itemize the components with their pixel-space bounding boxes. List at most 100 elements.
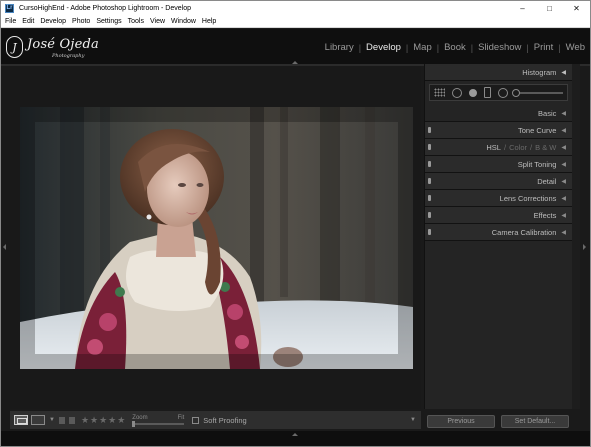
panel-tone-curve[interactable]: Tone Curve ◀ [425,122,572,139]
module-bar: J José Ojeda Photography Library | Devel… [1,29,590,64]
panel-split-toning-label: Split Toning [517,159,557,169]
hsl-tab-color[interactable]: Color [509,143,527,152]
panel-hsl[interactable]: HSL / Color / B & W ◀ [425,139,572,156]
menu-help[interactable]: Help [199,18,219,25]
menu-view[interactable]: View [147,18,168,25]
logo-name: José Ojeda [27,36,99,52]
module-slideshow[interactable]: Slideshow [473,42,526,53]
menu-photo[interactable]: Photo [69,18,93,25]
panel-switch-icon[interactable] [428,229,431,235]
grid-tool-icon[interactable] [434,88,445,97]
collapse-triangle-icon: ◀ [561,69,566,76]
panel-lens-corrections-label: Lens Corrections [499,193,557,203]
zoom-slider[interactable] [132,421,185,427]
panel-basic[interactable]: Basic ◀ [425,105,572,122]
menu-file[interactable]: File [1,18,19,25]
lightroom-app-icon: Lr [5,4,14,13]
previous-button[interactable]: Previous [427,414,495,428]
collapse-triangle-icon: ◀ [561,127,566,134]
panel-switch-icon[interactable] [428,161,431,167]
panel-tone-curve-label: Tone Curve [518,125,557,135]
top-panel-toggle-icon[interactable] [292,61,298,64]
module-picker: Library | Develop | Map | Book | Slidesh… [320,42,590,53]
identity-plate: J José Ojeda Photography [6,33,99,61]
collapse-triangle-icon: ◀ [561,161,566,168]
collapse-triangle-icon: ◀ [561,195,566,202]
collapse-triangle-icon: ◀ [561,178,566,185]
menu-tools[interactable]: Tools [125,18,147,25]
filmstrip-toggle-icon[interactable] [292,433,298,436]
close-button[interactable]: ✕ [563,1,590,16]
module-web[interactable]: Web [561,42,590,53]
panel-switch-icon[interactable] [428,212,431,218]
menu-develop[interactable]: Develop [37,18,69,25]
lightroom-window: Lr CursoHighEnd - Adobe Photoshop Lightr… [0,0,591,447]
soft-proofing-checkbox[interactable] [192,416,200,424]
panel-detail-label: Detail [537,176,557,186]
panel-camera-calibration-label: Camera Calibration [491,227,557,237]
hsl-separator: / [530,142,533,152]
reject-flag-icon[interactable] [68,416,75,424]
star-rating[interactable]: ★★★★★ [81,415,126,426]
adjustment-brush-slider[interactable] [512,88,563,97]
panel-effects[interactable]: Effects ◀ [425,207,572,224]
collapse-triangle-icon: ◀ [561,110,566,117]
bottom-toolbar: ▼ ★★★★★ Zoom Fit Soft Proofing ▼ [10,411,421,429]
panel-basic-label: Basic [538,108,557,118]
zoom-fit-label: Fit [177,415,185,421]
panel-split-toning[interactable]: Split Toning ◀ [425,156,572,173]
portrait-photo [20,107,413,369]
menu-window[interactable]: Window [168,18,199,25]
panel-detail[interactable]: Detail ◀ [425,173,572,190]
hsl-separator: / [503,142,507,152]
logo-subtitle: Photography [52,53,85,59]
panel-switch-icon[interactable] [428,144,431,150]
graduated-filter-icon[interactable] [484,87,491,98]
left-panel-toggle-icon[interactable] [3,244,6,250]
set-default-button[interactable]: Set Default... [501,414,569,428]
hsl-tab-bw[interactable]: B & W [535,143,556,152]
panel-effects-label: Effects [533,210,557,220]
before-after-button[interactable] [31,415,45,425]
menu-settings[interactable]: Settings [93,18,124,25]
spot-removal-icon[interactable] [469,88,477,97]
panel-buttons: Previous Set Default... [424,413,572,429]
zoom-labels: Zoom Fit [132,415,184,421]
chevron-down-icon[interactable]: ▼ [49,417,55,423]
panel-scrollbar[interactable] [572,64,580,409]
histogram-label: Histogram [522,67,557,77]
radial-filter-icon[interactable] [498,87,508,98]
photo-preview[interactable] [20,107,413,369]
menu-edit[interactable]: Edit [19,18,37,25]
develop-right-panel: Histogram ◀ Basic ◀ Tone Curve ◀ HSL / C… [424,64,572,409]
histogram-header[interactable]: Histogram ◀ [425,64,572,81]
zoom-control[interactable]: Zoom Fit [132,415,185,427]
logo-monogram: J [6,36,23,58]
tool-strip [429,84,568,101]
window-controls: – □ ✕ [509,1,590,16]
module-book[interactable]: Book [439,42,471,53]
flag-icon[interactable] [58,416,65,424]
module-library[interactable]: Library [320,42,359,53]
maximize-button[interactable]: □ [536,1,563,16]
panel-switch-icon[interactable] [428,127,431,133]
right-panel-toggle-icon[interactable] [583,244,586,250]
module-develop[interactable]: Develop [361,42,406,53]
window-title: CursoHighEnd - Adobe Photoshop Lightroom… [19,5,191,12]
collapse-triangle-icon: ◀ [561,144,566,151]
collapse-triangle-icon: ◀ [561,212,566,219]
crop-tool-icon[interactable] [452,87,462,98]
title-bar: Lr CursoHighEnd - Adobe Photoshop Lightr… [1,1,590,16]
panel-switch-icon[interactable] [428,195,431,201]
loupe-view-button[interactable] [14,415,28,425]
minimize-button[interactable]: – [509,1,536,16]
soft-proofing-label: Soft Proofing [203,415,247,425]
toolbar-options-chevron-icon[interactable]: ▼ [410,417,416,423]
panel-camera-calibration[interactable]: Camera Calibration ◀ [425,224,572,241]
menu-bar: File Edit Develop Photo Settings Tools V… [1,16,590,28]
module-map[interactable]: Map [408,42,436,53]
hsl-tab-hsl[interactable]: HSL [486,143,501,152]
module-print[interactable]: Print [529,42,559,53]
panel-switch-icon[interactable] [428,178,431,184]
panel-lens-corrections[interactable]: Lens Corrections ◀ [425,190,572,207]
